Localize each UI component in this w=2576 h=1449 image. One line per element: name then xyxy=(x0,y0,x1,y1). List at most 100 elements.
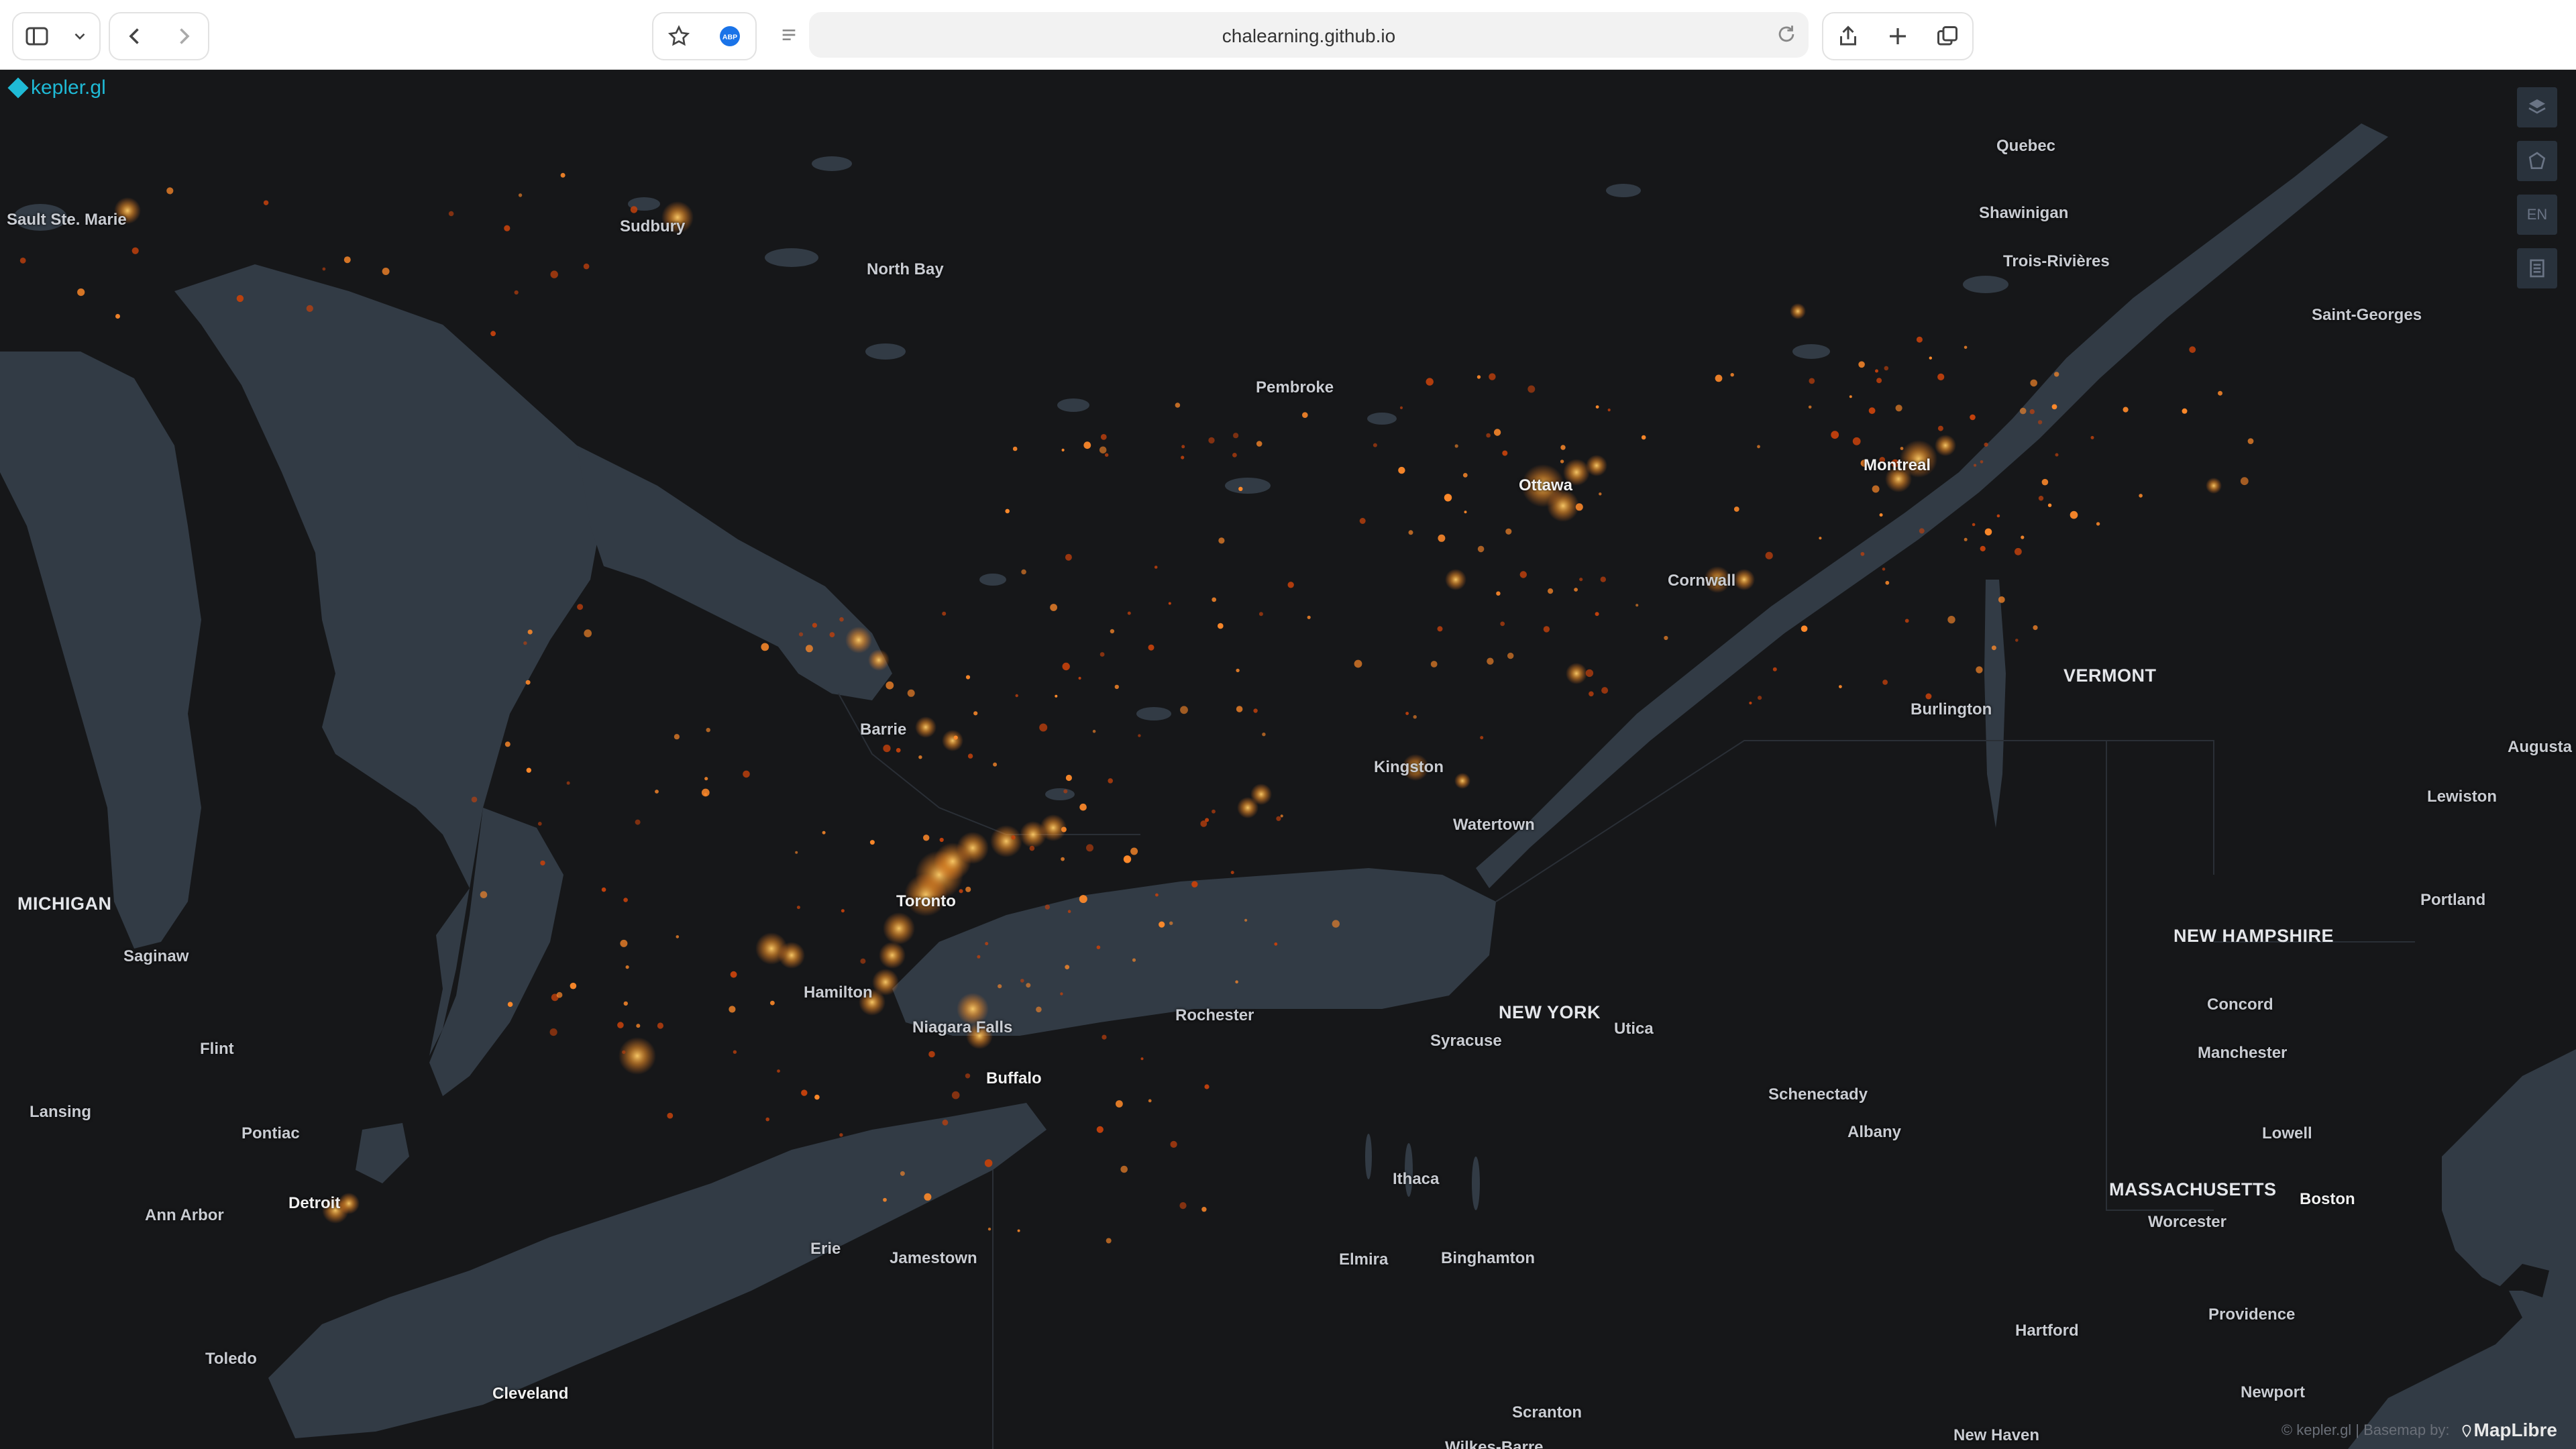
density-point xyxy=(795,851,798,854)
density-point xyxy=(1715,374,1723,382)
density-point xyxy=(1065,965,1070,969)
city-label: Worcester xyxy=(2148,1213,2226,1231)
legend-button[interactable] xyxy=(2517,248,2557,288)
density-point xyxy=(951,1091,960,1099)
density-point xyxy=(570,982,577,989)
density-point xyxy=(448,211,454,217)
density-point xyxy=(1078,676,1081,680)
density-point xyxy=(1020,979,1024,983)
locale-button[interactable]: EN xyxy=(2517,195,2557,235)
density-point xyxy=(1181,455,1185,460)
city-label: Detroit xyxy=(288,1194,341,1212)
density-point xyxy=(131,247,139,254)
density-point xyxy=(868,649,890,671)
density-point xyxy=(1984,442,1988,447)
forward-icon[interactable] xyxy=(172,24,196,48)
city-label: Portland xyxy=(2420,891,2486,909)
density-point xyxy=(987,1228,991,1231)
attribution-text[interactable]: © kepler.gl | Basemap by: xyxy=(2282,1421,2450,1439)
kepler-logo[interactable]: kepler.gl xyxy=(7,76,106,99)
density-point xyxy=(879,942,906,969)
density-point xyxy=(2240,477,2249,486)
maplibre-logo[interactable]: MapLibre xyxy=(2459,1419,2557,1441)
density-point xyxy=(1236,668,1240,673)
density-point xyxy=(990,825,1022,857)
density-point xyxy=(942,1119,949,1126)
density-point xyxy=(985,942,989,946)
density-point xyxy=(1373,443,1377,447)
city-label: Shawinigan xyxy=(1979,204,2069,222)
density-point xyxy=(770,1000,775,1006)
density-point xyxy=(998,984,1002,989)
density-point xyxy=(537,822,542,826)
density-point xyxy=(1092,729,1096,733)
abp-icon[interactable]: ABP xyxy=(718,24,742,48)
density-point xyxy=(883,912,915,945)
sidebar-toggle-button[interactable] xyxy=(12,12,101,60)
density-point xyxy=(1168,602,1171,605)
georgian-bay xyxy=(577,445,892,700)
reader-icon[interactable] xyxy=(778,24,800,46)
browser-toolbar: ABP chalearning.github.io xyxy=(0,0,2576,70)
map-canvas[interactable]: kepler.gl EN Quebec Sault Ste. Marie Sud… xyxy=(0,70,2576,1449)
density-point xyxy=(1036,1006,1042,1013)
density-point xyxy=(1507,652,1514,659)
density-point xyxy=(655,790,659,794)
density-point xyxy=(306,305,313,312)
density-point xyxy=(601,887,606,892)
density-point xyxy=(2030,379,2037,387)
density-point xyxy=(704,777,708,781)
city-label: Concord xyxy=(2207,996,2273,1014)
density-point xyxy=(1170,1140,1177,1148)
draw-polygon-button[interactable] xyxy=(2517,141,2557,181)
density-point xyxy=(676,935,680,938)
density-point xyxy=(1462,473,1468,478)
density-point xyxy=(1430,661,1438,667)
url-text[interactable]: chalearning.github.io xyxy=(809,25,1809,47)
address-bar[interactable]: chalearning.github.io xyxy=(809,12,1809,58)
density-point xyxy=(480,891,488,898)
density-point xyxy=(1017,1229,1020,1232)
density-point xyxy=(1919,528,1925,534)
plus-icon[interactable] xyxy=(1886,24,1910,48)
city-label: New Haven xyxy=(1953,1426,2040,1444)
density-point xyxy=(1486,433,1491,438)
density-point xyxy=(490,331,496,337)
density-point xyxy=(1560,460,1564,464)
density-point xyxy=(382,268,390,275)
polygon-icon xyxy=(2528,152,2546,169)
density-point xyxy=(1885,580,1890,585)
density-point xyxy=(1575,503,1583,511)
density-point xyxy=(923,835,930,841)
density-point xyxy=(1505,528,1512,535)
density-point xyxy=(1635,604,1639,607)
density-point xyxy=(1454,444,1458,448)
star-icon[interactable] xyxy=(667,24,691,48)
density-point xyxy=(1148,644,1155,651)
share-icon[interactable] xyxy=(1836,24,1860,48)
density-point xyxy=(623,898,628,902)
density-point xyxy=(2247,438,2254,444)
density-point xyxy=(1438,534,1446,542)
density-point xyxy=(77,288,85,297)
density-point xyxy=(1050,604,1057,611)
density-point xyxy=(1114,684,1120,690)
density-point xyxy=(829,632,835,637)
density-point xyxy=(959,889,963,894)
city-label: Saginaw xyxy=(123,947,189,965)
density-point xyxy=(965,886,971,892)
city-label: Cleveland xyxy=(492,1385,569,1403)
density-point xyxy=(701,788,710,797)
tabs-icon[interactable] xyxy=(1935,24,1960,48)
density-point xyxy=(1021,569,1026,575)
chevron-down-icon[interactable] xyxy=(71,24,89,48)
maplibre-text: MapLibre xyxy=(2473,1419,2557,1440)
density-point xyxy=(1061,826,1067,833)
density-point xyxy=(1110,629,1115,634)
density-point xyxy=(977,955,981,959)
reload-icon[interactable] xyxy=(1775,23,1798,46)
city-label: Ann Arbor xyxy=(145,1206,224,1224)
density-point xyxy=(1426,378,1434,386)
back-icon[interactable] xyxy=(123,24,147,48)
layer-toggle-button[interactable] xyxy=(2517,87,2557,127)
